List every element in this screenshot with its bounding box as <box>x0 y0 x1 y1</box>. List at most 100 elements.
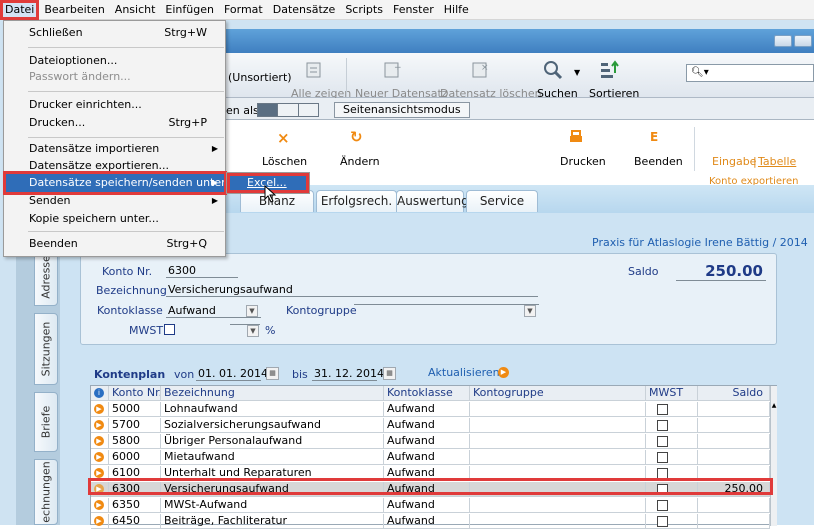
row-open-icon[interactable]: ▶ <box>91 402 109 417</box>
row-open-icon[interactable]: ▶ <box>91 498 109 513</box>
to-date-field[interactable]: 31. 12. 2014 <box>312 367 384 381</box>
header-mwst[interactable]: MWST <box>646 386 698 401</box>
to-calendar-icon[interactable]: ▦ <box>383 367 396 380</box>
mwst-checkbox[interactable] <box>657 484 668 495</box>
print-button[interactable]: Drucken <box>560 155 606 168</box>
menu-einfuegen[interactable]: Einfügen <box>160 0 219 20</box>
side-tab-briefe[interactable]: Briefe <box>34 392 58 452</box>
quit-icon: E <box>650 130 659 144</box>
from-calendar-icon[interactable]: ▦ <box>266 367 279 380</box>
row-open-icon[interactable]: ▶ <box>91 418 109 433</box>
menu-datei[interactable]: Datei <box>0 0 40 20</box>
side-tab-rechnungen[interactable]: echnungen <box>34 459 58 525</box>
table-row[interactable]: ▶ 6300 Versicherungsaufwand Aufwand 250.00 <box>91 482 770 497</box>
mwst-checkbox[interactable] <box>657 516 668 527</box>
header-konto-nr[interactable]: Konto Nr. <box>109 386 161 401</box>
mwst-checkbox[interactable] <box>657 468 668 479</box>
search-options-chevron-icon[interactable]: ▼ <box>574 68 580 77</box>
table-row[interactable]: ▶ 5000 Lohnaufwand Aufwand <box>91 402 770 417</box>
table-row[interactable]: ▶ 6000 Mietaufwand Aufwand <box>91 450 770 465</box>
tab-service[interactable]: Service <box>466 190 538 212</box>
header-bezeichnung[interactable]: Bezeichnung <box>161 386 384 401</box>
menu-item-speichern-senden[interactable]: Datensätze speichern/senden unter ▶ <box>3 171 227 195</box>
menu-item-drucken[interactable]: Drucken... Strg+P <box>5 113 225 133</box>
to-label: bis <box>292 368 308 381</box>
mwst-checkbox[interactable] <box>657 404 668 415</box>
row-open-icon[interactable]: ▶ <box>91 482 109 497</box>
tab-auswertung[interactable]: Auswertung <box>396 190 469 212</box>
menu-ansicht[interactable]: Ansicht <box>110 0 161 20</box>
header-saldo[interactable]: Saldo <box>698 386 770 401</box>
delete-record-icon: × <box>472 62 489 78</box>
menu-datensaetze[interactable]: Datensätze <box>268 0 341 20</box>
row-open-icon[interactable]: ▶ <box>91 514 109 529</box>
menu-separator <box>28 47 224 48</box>
cell-saldo <box>698 402 770 417</box>
cell-konto-nr: 6450 <box>109 514 161 529</box>
search-icon[interactable] <box>542 59 564 81</box>
header-kontoklasse[interactable]: Kontoklasse <box>384 386 470 401</box>
delete-button[interactable]: Löschen <box>262 155 307 168</box>
row-open-icon[interactable]: ▶ <box>91 450 109 465</box>
menu-format[interactable]: Format <box>219 0 268 20</box>
tab-erfolgsrechnung[interactable]: Erfolgsrech. <box>316 190 397 212</box>
scroll-up-icon[interactable]: ▲ <box>771 402 777 409</box>
table-scrollbar[interactable]: ▲ <box>770 386 777 526</box>
minimize-button[interactable] <box>774 35 792 47</box>
quick-search-input[interactable]: 🔍︎▾ <box>686 64 814 82</box>
submenu-arrow-icon: ▶ <box>211 196 218 205</box>
menu-bearbeiten[interactable]: Bearbeiten <box>39 0 109 20</box>
page-view-mode-button[interactable]: Seitenansichtsmodus <box>334 102 470 118</box>
row-open-icon[interactable]: ▶ <box>91 466 109 481</box>
cell-konto-nr: 6000 <box>109 450 161 465</box>
practice-title: Praxis für Atlaslogie Irene Bättig / 201… <box>592 236 808 249</box>
cell-mwst <box>646 434 698 449</box>
refresh-arrow-icon[interactable]: ▶ <box>498 367 509 378</box>
cell-konto-nr: 6300 <box>109 482 161 497</box>
cell-mwst <box>646 418 698 433</box>
table-row[interactable]: ▶ 6100 Unterhalt und Reparaturen Aufwand <box>91 466 770 481</box>
submenu-arrow-icon: ▶ <box>211 178 218 187</box>
restore-button[interactable] <box>794 35 812 47</box>
action-divider <box>694 127 695 171</box>
menu-fenster[interactable]: Fenster <box>388 0 439 20</box>
change-button[interactable]: Ändern <box>340 155 380 168</box>
menu-item-kopie-speichern[interactable]: Kopie speichern unter... <box>5 209 225 229</box>
mwst-checkbox[interactable] <box>164 324 175 335</box>
menu-item-senden[interactable]: Senden ▶ <box>5 191 225 211</box>
form-view-button[interactable] <box>258 104 279 116</box>
mwst-checkbox[interactable] <box>657 420 668 431</box>
list-view-button[interactable] <box>278 104 299 116</box>
table-view-button[interactable] <box>298 104 318 116</box>
table-link[interactable]: Tabelle <box>758 155 796 168</box>
quit-button[interactable]: Beenden <box>634 155 683 168</box>
kontenplan-title: Kontenplan <box>94 368 166 381</box>
konto-field[interactable]: 6300 <box>166 264 238 278</box>
from-date-field[interactable]: 01. 01. 2014 <box>196 367 268 381</box>
svg-text:×: × <box>481 63 489 73</box>
menu-item-drucker-einrichten[interactable]: Drucker einrichten... <box>5 95 225 115</box>
header-kontogruppe[interactable]: Kontogruppe <box>470 386 646 401</box>
mwst-checkbox[interactable] <box>657 452 668 463</box>
input-link[interactable]: Eingabe <box>712 155 756 168</box>
row-open-icon[interactable]: ▶ <box>91 434 109 449</box>
side-tab-sitzungen[interactable]: Sitzungen <box>34 313 58 385</box>
kontogruppe-dropdown-icon[interactable]: ▼ <box>524 305 536 317</box>
refresh-link[interactable]: Aktualisieren <box>428 366 500 379</box>
view-as-switcher <box>257 103 319 117</box>
mwst-checkbox[interactable] <box>657 500 668 511</box>
table-row[interactable]: ▶ 6450 Beiträge, Fachliteratur Aufwand <box>91 514 770 529</box>
menu-hilfe[interactable]: Hilfe <box>439 0 474 20</box>
menu-scripts[interactable]: Scripts <box>340 0 388 20</box>
table-row[interactable]: ▶ 5800 Übriger Personalaufwand Aufwand <box>91 434 770 449</box>
table-row[interactable]: ▶ 6350 MWSt-Aufwand Aufwand <box>91 498 770 513</box>
menu-item-schliessen[interactable]: Schließen Strg+W <box>5 23 225 43</box>
cell-mwst <box>646 514 698 529</box>
menu-item-beenden[interactable]: Beenden Strg+Q <box>5 234 225 254</box>
table-row[interactable]: ▶ 5700 Sozialversicherungsaufwand Aufwand <box>91 418 770 433</box>
mwst-rate-dropdown-icon[interactable]: ▼ <box>247 325 259 337</box>
mwst-checkbox[interactable] <box>657 436 668 447</box>
kontogruppe-field[interactable] <box>354 304 539 305</box>
kontoklasse-dropdown-icon[interactable]: ▼ <box>246 305 258 317</box>
bezeichnung-field[interactable]: Versicherungsaufwand <box>166 283 538 297</box>
